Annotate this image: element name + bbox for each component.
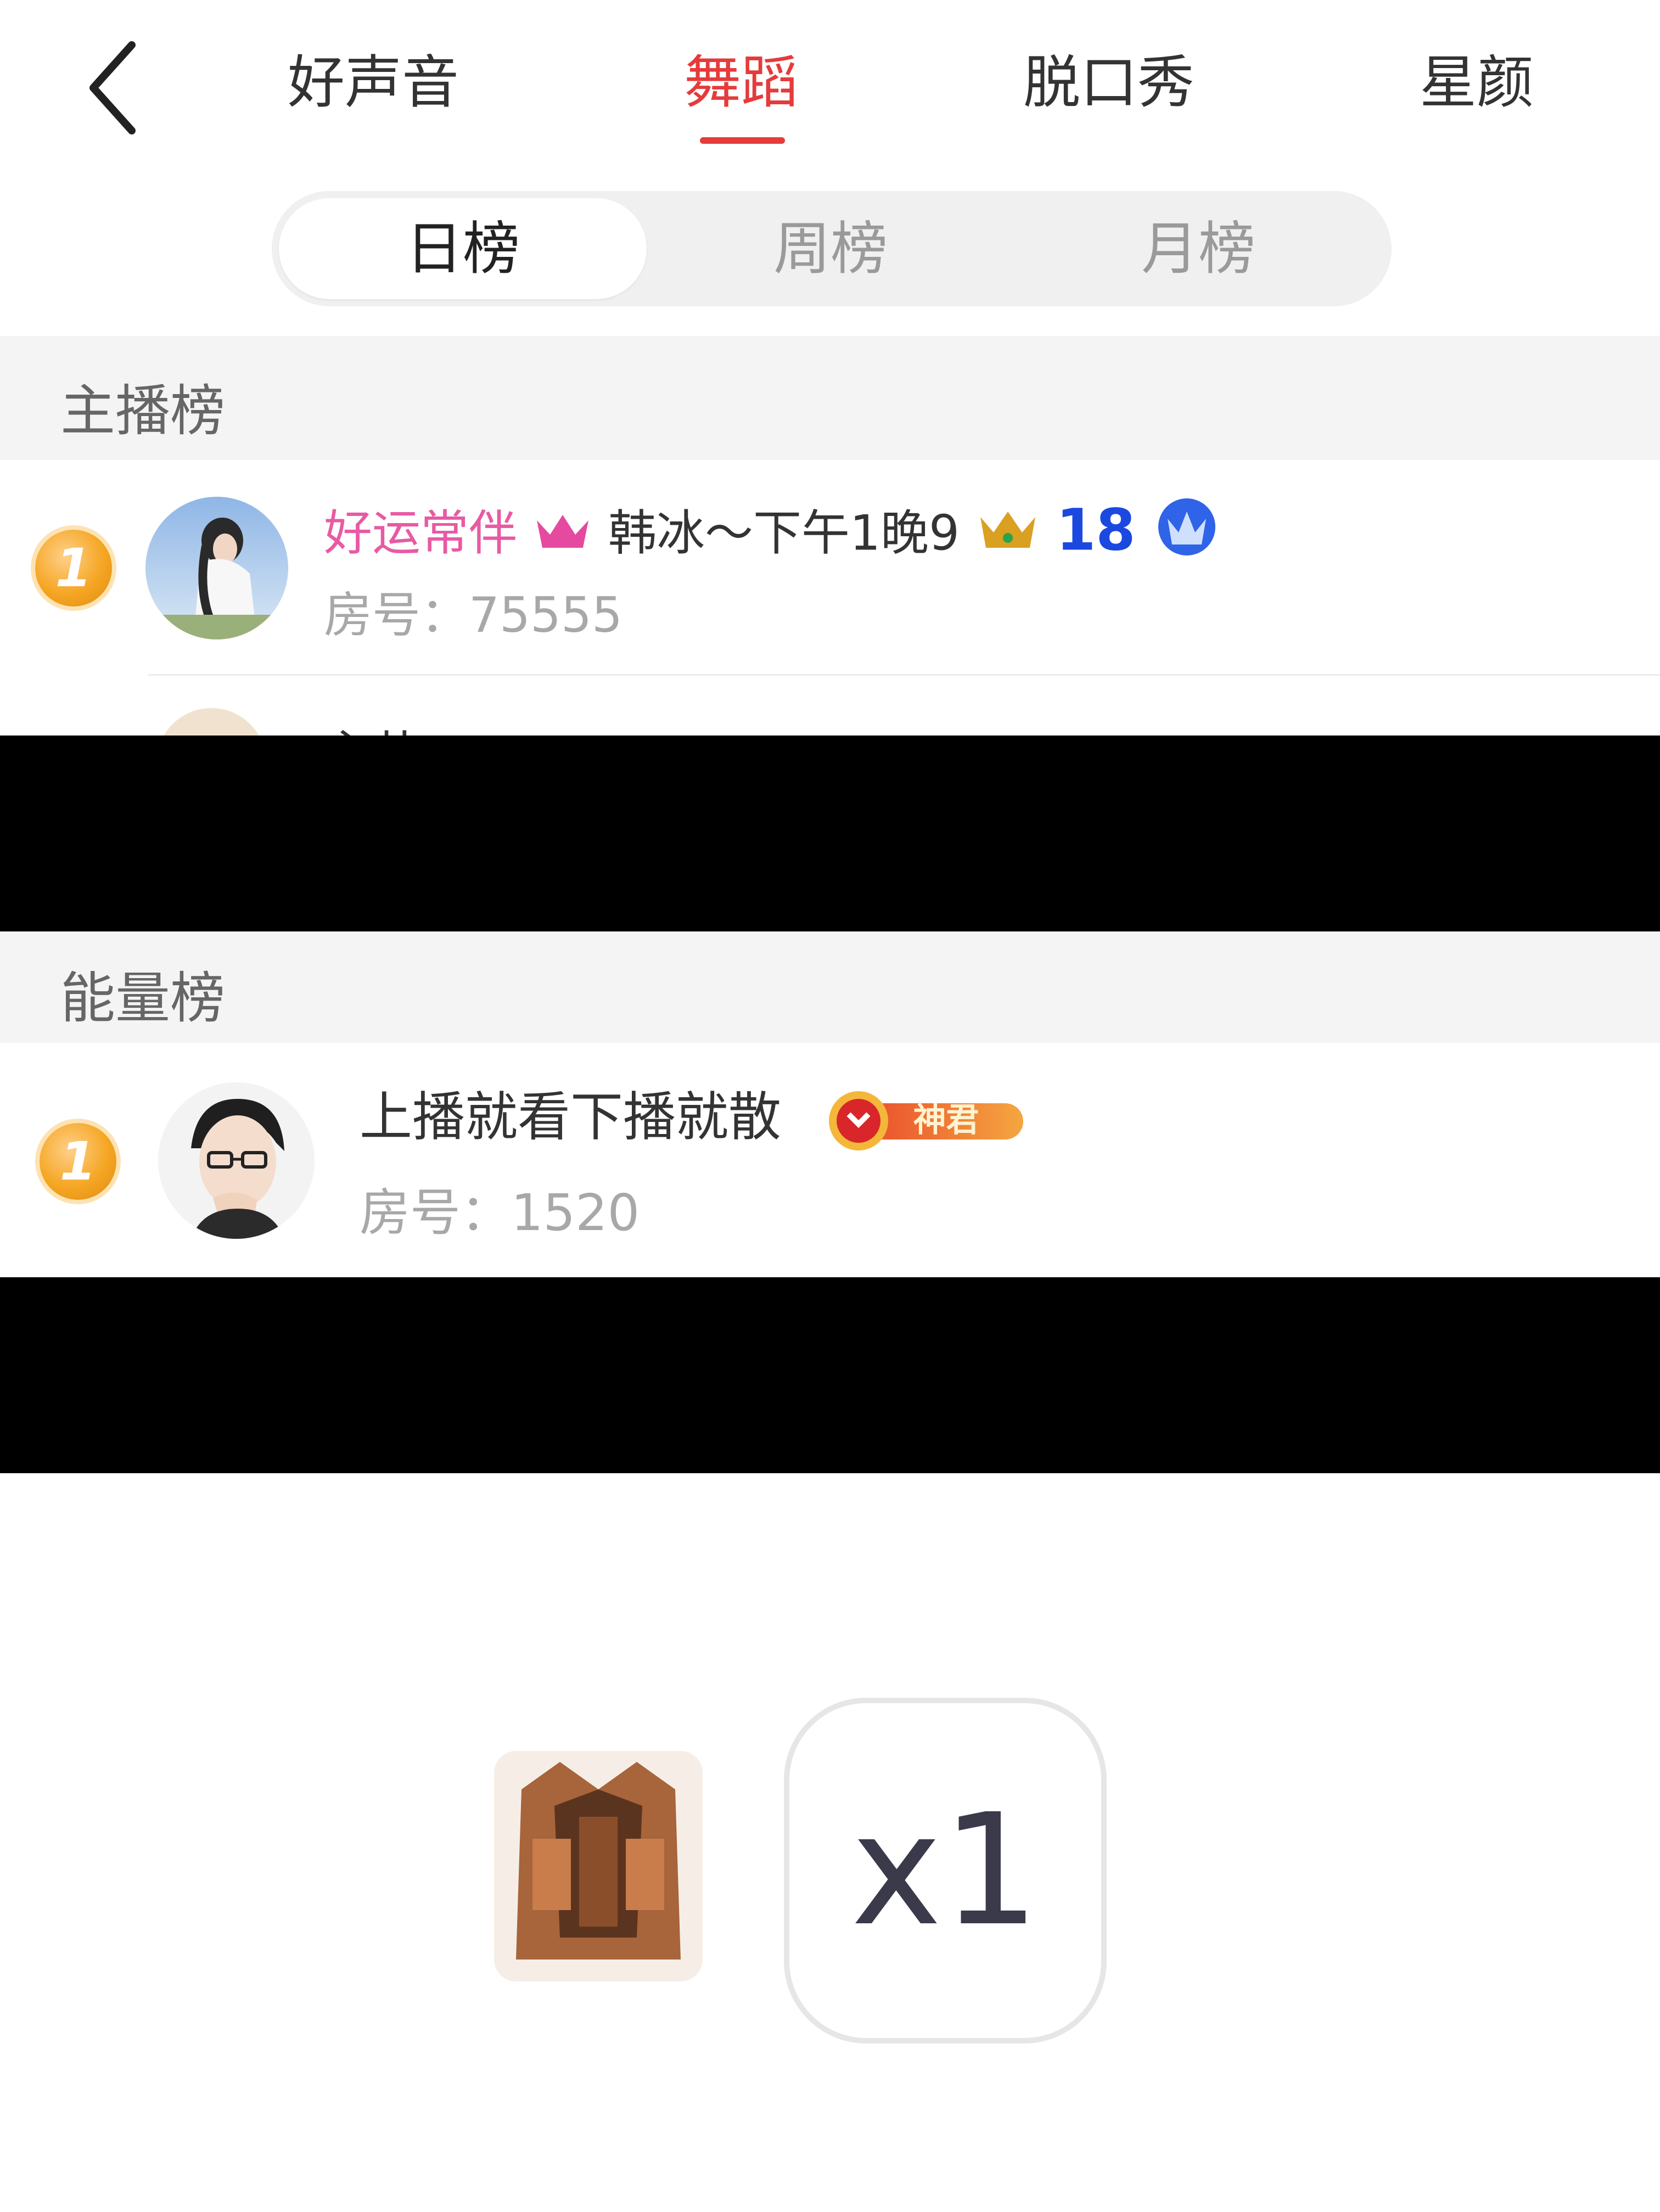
host-name-rest: 韩冰～下午1晚9: [608, 504, 960, 562]
tab-talk-show[interactable]: 脱口秀: [983, 33, 1235, 132]
tab-weekly[interactable]: 周榜: [647, 191, 1014, 306]
rank-badge: 1: [40, 1123, 116, 1200]
rank-title-badge: 神君: [820, 1088, 1040, 1154]
host-name-partial: 心儿~: [324, 714, 461, 736]
tab-dance[interactable]: 舞蹈: [631, 33, 851, 132]
row-divider: [148, 674, 1660, 676]
redaction-block: [0, 1277, 1660, 1473]
energy-user-name: 上播就看下播就散: [360, 1086, 781, 1148]
rank-title-label: 神君: [913, 1101, 979, 1139]
host-ranking-header: 主播榜: [0, 336, 1660, 460]
chevron-left-icon: [89, 41, 136, 134]
avatar[interactable]: [156, 708, 266, 736]
energy-ranking-header: 能量榜: [0, 931, 1660, 1043]
tab-good-voice[interactable]: 好声音: [263, 33, 483, 132]
host-ranking-title: 主播榜: [60, 379, 225, 443]
energy-name-line: 上播就看下播就散 神君: [360, 1076, 1040, 1158]
pink-crown-icon: [532, 501, 593, 572]
avatar[interactable]: [145, 497, 288, 639]
room-info: 房号：1520: [360, 1172, 640, 1245]
category-tab-bar: 好声音 舞蹈 脱口秀 星颜: [0, 0, 1660, 159]
level-number: 18: [1056, 496, 1136, 564]
level-crown-icon: [1151, 494, 1222, 579]
host-rank-row[interactable]: 1 好运常伴 韩冰～下午1晚9 18 房号：75555: [0, 461, 1660, 675]
active-tab-indicator: [700, 137, 785, 144]
room-number: 75555: [469, 587, 622, 643]
avatar[interactable]: [158, 1082, 315, 1239]
tab-monthly[interactable]: 月榜: [1014, 191, 1382, 306]
gift-image: [472, 1729, 725, 2003]
room-info: 房号：75555: [324, 576, 622, 646]
gift-count-label: x1: [851, 1781, 1040, 1960]
room-number: 1520: [511, 1183, 640, 1242]
redaction-block: [0, 736, 1660, 931]
room-label: 房号：: [324, 587, 469, 643]
gold-crown-icon: [975, 501, 1041, 572]
host-rank-row-partial[interactable]: 心儿~: [0, 681, 1660, 736]
host-name-prefix: 好运常伴: [324, 504, 518, 562]
host-name-line: 好运常伴 韩冰～下午1晚9 18: [324, 494, 1222, 565]
tab-daily[interactable]: 日榜: [279, 191, 647, 306]
rank-badge: 1: [35, 530, 112, 607]
back-button[interactable]: [71, 33, 170, 143]
room-label: 房号：: [360, 1183, 512, 1242]
energy-ranking-title: 能量榜: [60, 966, 225, 1030]
tab-star-face[interactable]: 星颜: [1367, 33, 1586, 132]
energy-rank-row[interactable]: 1 上播就看下播就散 神君 房号：1520: [0, 1043, 1660, 1277]
